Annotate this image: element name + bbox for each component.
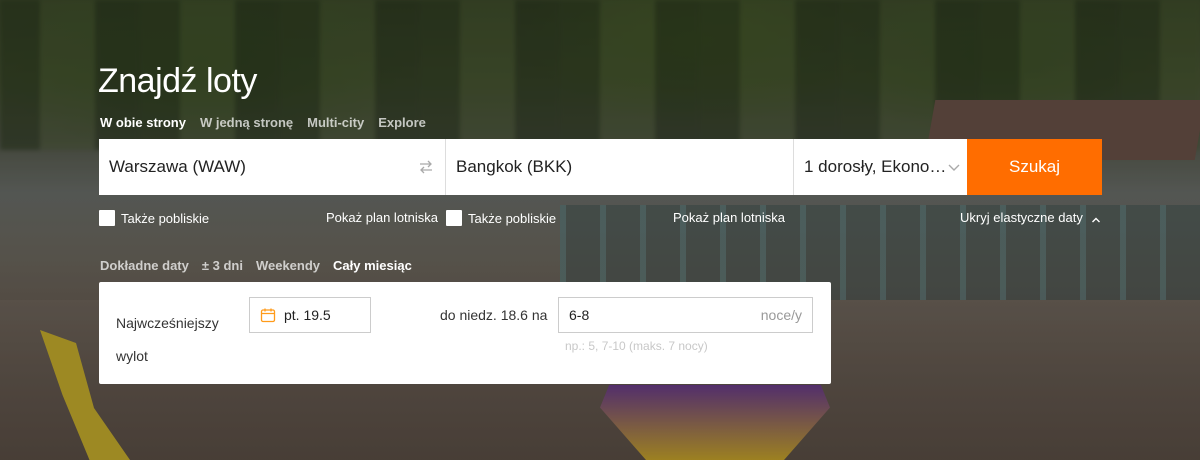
destination-value: Bangkok (BKK) — [456, 157, 573, 176]
tab-weekends[interactable]: Weekendy — [256, 258, 320, 273]
nearby-dest-option[interactable]: Także pobliskie — [446, 210, 556, 226]
date-mode-tabs: Dokładne daty ± 3 dni Weekendy Cały mies… — [100, 258, 412, 273]
nights-suffix: noce/y — [760, 307, 802, 323]
nearby-dest-label: Także pobliskie — [468, 210, 557, 226]
origin-field[interactable]: Warszawa (WAW) — [99, 139, 446, 195]
passengers-select[interactable]: 1 dorosły, Ekono… — [794, 139, 967, 195]
trip-type-tabs: W obie strony W jedną stronę Multi-city … — [100, 115, 426, 130]
search-button[interactable]: Szukaj — [967, 139, 1102, 195]
until-label: do niedz. 18.6 na — [440, 307, 548, 323]
chevron-down-icon — [947, 159, 961, 173]
nights-input[interactable]: 6-8 noce/y — [558, 297, 813, 333]
flexible-dates-panel: Najwcześniejszy wylot pt. 19.5 do niedz.… — [99, 282, 831, 384]
origin-value: Warszawa (WAW) — [109, 157, 246, 176]
passengers-value: 1 dorosły, Ekono… — [804, 157, 947, 176]
tab-plus-minus-3-days[interactable]: ± 3 dni — [202, 258, 243, 273]
hide-flexible-label: Ukryj elastyczne daty — [960, 210, 1083, 225]
chevron-up-icon — [1091, 213, 1101, 223]
tab-explore[interactable]: Explore — [378, 115, 426, 130]
tab-round-trip[interactable]: W obie strony — [100, 115, 186, 130]
tab-whole-month[interactable]: Cały miesiąc — [333, 258, 412, 273]
calendar-icon — [260, 307, 276, 323]
nights-hint: np.: 5, 7-10 (maks. 7 nocy) — [565, 339, 708, 353]
search-row: Warszawa (WAW) Bangkok (BKK) 1 dorosły, … — [99, 139, 1102, 195]
earliest-date-input[interactable]: pt. 19.5 — [249, 297, 371, 333]
hide-flexible-dates-link[interactable]: Ukryj elastyczne daty — [960, 210, 1101, 225]
airport-map-dest-link[interactable]: Pokaż plan lotniska — [673, 210, 785, 225]
nearby-origin-checkbox[interactable] — [99, 210, 115, 226]
nearby-origin-option[interactable]: Także pobliskie — [99, 210, 209, 226]
airport-map-origin-link[interactable]: Pokaż plan lotniska — [326, 210, 438, 225]
nearby-dest-checkbox[interactable] — [446, 210, 462, 226]
nearby-origin-label: Także pobliskie — [121, 210, 210, 226]
search-options: Także pobliskie Pokaż plan lotniska Takż… — [0, 210, 1200, 228]
flight-search-panel: Znajdź loty W obie strony W jedną stronę… — [0, 0, 1200, 460]
tab-exact-dates[interactable]: Dokładne daty — [100, 258, 189, 273]
earliest-date-value: pt. 19.5 — [284, 307, 331, 323]
earliest-departure-label: Najwcześniejszy wylot — [116, 315, 219, 364]
swap-icon[interactable] — [417, 158, 435, 176]
nights-value: 6-8 — [569, 307, 590, 323]
tab-multi-city[interactable]: Multi-city — [307, 115, 364, 130]
destination-field[interactable]: Bangkok (BKK) — [446, 139, 794, 195]
page-title: Znajdź loty — [98, 62, 257, 100]
tab-one-way[interactable]: W jedną stronę — [200, 115, 293, 130]
